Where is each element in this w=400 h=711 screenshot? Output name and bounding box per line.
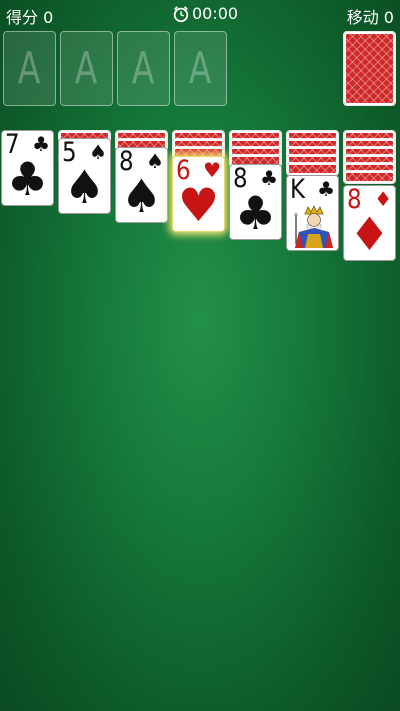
face-down-card [343, 170, 396, 184]
alarm-clock-icon [173, 5, 189, 22]
tableau-card-col1[interactable]: 7 ♣ ♣ [1, 130, 54, 206]
score-label: 得分 0 [6, 8, 54, 27]
tableau-card-col5[interactable]: 8 ♣ ♣ [229, 164, 282, 240]
foundation-slot-3[interactable]: A [117, 31, 170, 106]
card-suit-small: ♦ [374, 187, 392, 211]
card-suit-small: ♠ [89, 140, 107, 164]
foundation-label: A [132, 42, 155, 94]
tableau-card-col7[interactable]: 8 ♦ ♦ [343, 185, 396, 261]
card-suit-large: ♦ [348, 207, 391, 261]
card-suit-large: ♣ [234, 186, 277, 240]
card-suit-large: ♠ [63, 160, 106, 214]
top-bar: 得分 0 00:00 移动 0 [0, 0, 400, 28]
moves-label: 移动 0 [346, 8, 394, 27]
timer: 00:00 [172, 4, 238, 23]
foundation-label: A [189, 42, 212, 94]
card-suit-small: ♣ [260, 166, 278, 190]
tableau-card-col6[interactable]: K ♣ [286, 175, 339, 251]
face-down-card [286, 162, 339, 176]
foundation-label: A [18, 42, 41, 94]
tableau-card-col4-highlighted[interactable]: 6 ♥ ♥ [172, 156, 225, 232]
tableau-card-col3[interactable]: 8 ♠ ♠ [115, 147, 168, 223]
timer-value: 00:00 [192, 4, 239, 23]
card-suit-small: ♣ [32, 132, 50, 156]
card-suit-large: ♣ [6, 152, 49, 206]
card-rank: K [290, 175, 306, 205]
foundation-slot-4[interactable]: A [174, 31, 227, 106]
card-suit-large: ♥ [177, 178, 220, 232]
card-suit-small: ♥ [203, 158, 221, 182]
card-suit-small: ♣ [317, 177, 335, 201]
card-suit-small: ♠ [146, 149, 164, 173]
tableau-card-col2[interactable]: 5 ♠ ♠ [58, 138, 111, 214]
foundation-label: A [75, 42, 98, 94]
foundation-slot-2[interactable]: A [60, 31, 113, 106]
card-suit-large: ♠ [120, 169, 163, 223]
foundation-slot-1[interactable]: A [3, 31, 56, 106]
king-face-illustration [291, 204, 336, 248]
stock-pile[interactable] [343, 31, 396, 106]
